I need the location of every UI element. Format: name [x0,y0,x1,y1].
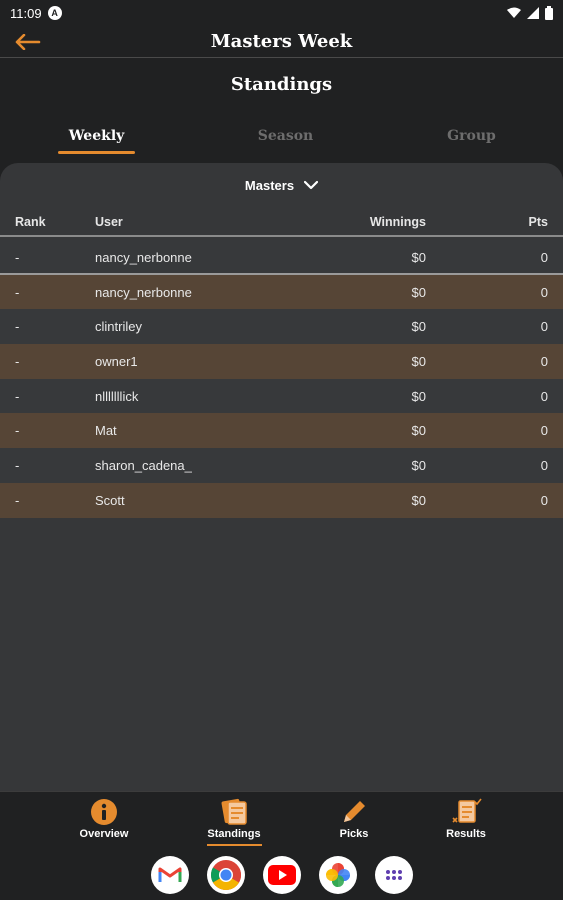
row-pts: 0 [540,319,548,335]
wifi-icon [507,7,521,18]
app-dock [0,849,563,900]
tournament-dropdown[interactable]: Masters [0,175,563,195]
bottom-nav: Overview Standings Picks Results [0,791,563,849]
table-row[interactable]: - nancy_nerbonne $0 0 [0,240,563,275]
row-winnings: $0 [411,492,426,508]
row-rank: - [15,492,20,508]
row-pts: 0 [540,492,548,508]
app-bar: Masters Week [0,26,563,58]
nav-overview-label: Overview [79,828,129,840]
row-user: sharon_cadena_ [95,458,192,474]
chrome-icon[interactable] [206,855,245,894]
nav-results[interactable]: Results [421,798,511,848]
header-winnings[interactable]: Winnings [370,215,426,229]
active-nav-indicator [207,844,262,846]
row-winnings: $0 [411,388,426,404]
header-rank[interactable]: Rank [15,215,46,229]
signal-icon [527,7,539,19]
page-title: Standings [230,74,333,95]
nav-picks-label: Picks [339,828,369,840]
info-icon [90,798,118,826]
row-rank: - [15,250,20,265]
row-rank: - [15,388,20,404]
tab-weekly[interactable]: Weekly [58,118,135,154]
table-header: Rank User Winnings Pts [0,211,563,237]
row-pts: 0 [540,250,548,265]
back-arrow-icon [15,34,41,50]
table-row[interactable]: - nancy_nerbonne $0 0 [0,274,563,310]
standings-panel: Masters Rank User Winnings Pts - nancy_n… [0,163,563,791]
tab-season[interactable]: Season [247,118,324,154]
status-indicators [507,6,553,20]
chevron-down-icon [304,180,319,190]
row-pts: 0 [540,284,548,300]
row-pts: 0 [540,423,548,439]
standings-rows: - nancy_nerbonne $0 0 - nancy_nerbonne $… [0,240,563,518]
row-user: owner1 [95,354,138,370]
row-winnings: $0 [411,250,426,265]
photos-icon[interactable] [318,855,357,894]
nav-standings[interactable]: Standings [189,798,279,848]
row-user: nlllllllick [95,388,139,404]
nav-overview[interactable]: Overview [59,798,149,848]
row-user: Scott [95,492,125,508]
nav-picks[interactable]: Picks [309,798,399,848]
nav-standings-label: Standings [207,828,261,840]
youtube-icon[interactable] [262,855,301,894]
row-user: nancy_nerbonne [95,250,192,265]
row-rank: - [15,284,20,300]
active-tab-indicator [58,151,135,154]
app-drawer-icon[interactable] [374,855,413,894]
table-row[interactable]: - nlllllllick $0 0 [0,378,563,414]
row-pts: 0 [540,354,548,370]
back-button[interactable] [14,30,42,54]
row-winnings: $0 [411,319,426,335]
status-time: 11:09 [10,5,42,21]
header-pts[interactable]: Pts [529,215,548,229]
row-rank: - [15,458,20,474]
app-title: Masters Week [210,31,353,52]
table-row[interactable]: - Mat $0 0 [0,413,563,449]
header-user[interactable]: User [95,215,123,229]
row-user: nancy_nerbonne [95,284,192,300]
battery-icon [545,6,553,20]
notification-icon: A [47,6,62,20]
nav-results-label: Results [446,828,486,840]
dropdown-selected: Masters [244,177,295,193]
row-rank: - [15,423,20,439]
row-pts: 0 [540,388,548,404]
table-row[interactable]: - owner1 $0 0 [0,344,563,379]
row-rank: - [15,354,20,370]
row-user: clintriley [95,319,142,335]
table-row[interactable]: - clintriley $0 0 [0,309,563,345]
row-winnings: $0 [411,284,426,300]
status-bar: 11:09 A [0,0,563,26]
row-winnings: $0 [411,423,426,439]
gmail-icon[interactable] [150,855,189,894]
table-row[interactable]: - sharon_cadena_ $0 0 [0,448,563,483]
standings-icon [219,798,249,826]
tab-group[interactable]: Group [433,118,510,154]
row-pts: 0 [540,458,548,474]
pencil-icon [340,798,368,826]
table-row[interactable]: - Scott $0 0 [0,482,563,518]
results-icon [450,798,482,826]
row-winnings: $0 [411,458,426,474]
standings-tabs: Weekly Season Group [0,118,563,158]
row-rank: - [15,319,20,335]
row-winnings: $0 [411,354,426,370]
row-user: Mat [95,423,117,439]
